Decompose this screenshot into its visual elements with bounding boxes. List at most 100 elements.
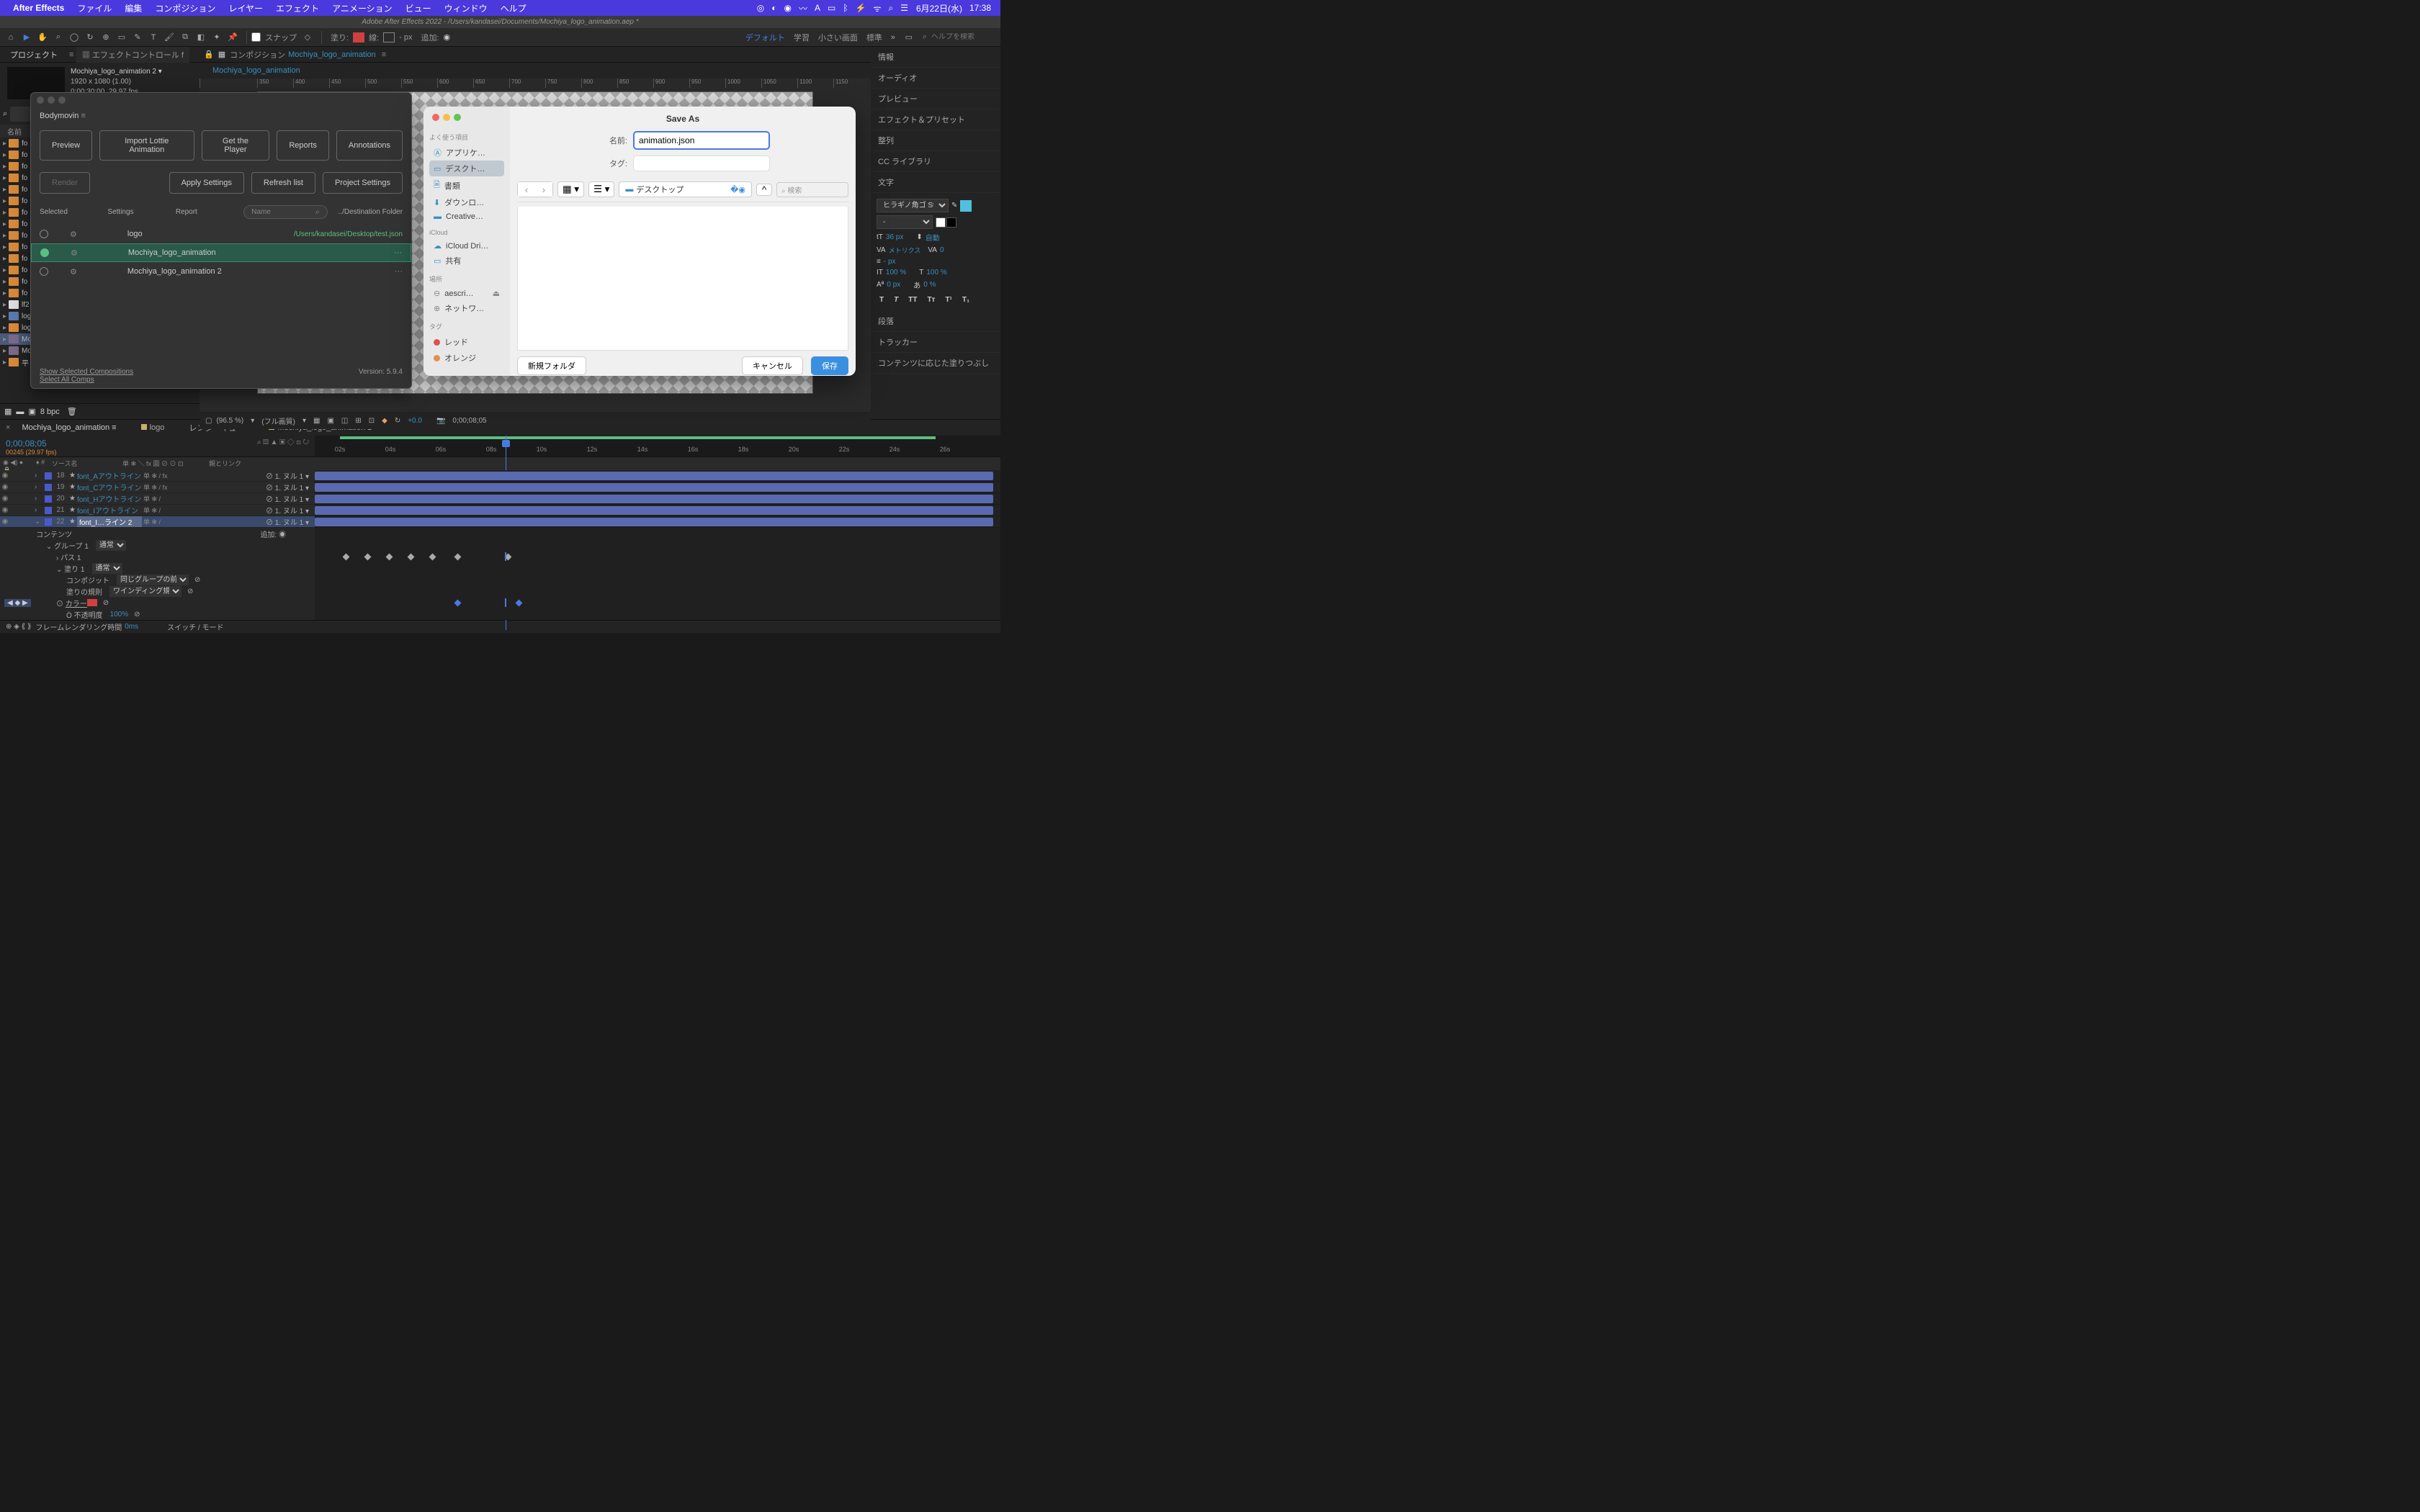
cancel-button[interactable]: キャンセル: [742, 356, 803, 375]
zoom-tool-icon[interactable]: ⌕: [52, 31, 65, 44]
smallcaps-button[interactable]: Tᴛ: [924, 294, 938, 305]
tsume[interactable]: 0 %: [923, 281, 936, 289]
layer-name[interactable]: font_Aアウトライン: [77, 470, 142, 481]
battery-icon[interactable]: ▭: [828, 3, 835, 13]
project-tab[interactable]: プロジェクト: [4, 47, 63, 63]
timeline-layer-row[interactable]: ◉ › 18 ★ font_Aアウトライン 单 ✻ / fx ⊘ 1. ヌル 1…: [0, 470, 1000, 482]
menu-window[interactable]: ウィンドウ: [444, 2, 488, 14]
timeline-property-row[interactable]: 塗りの規則ワインディング規則 ⊘: [0, 585, 1000, 597]
sidebar-item-downloads[interactable]: ⬇ダウンロ…: [429, 194, 504, 210]
app-name[interactable]: After Effects: [13, 3, 64, 13]
bodymovin-comp-row[interactable]: ⚙ logo /Users/kandasei/Desktop/test.json: [31, 225, 411, 243]
timeline-property-row[interactable]: ⌄ グループ 1通常: [0, 539, 1000, 551]
timeline-property-row[interactable]: Ö 不透明度100% ⊘: [0, 608, 1000, 620]
rect-tool-icon[interactable]: ▭: [115, 31, 128, 44]
leading[interactable]: 自動: [926, 232, 940, 243]
keyframe[interactable]: [364, 554, 372, 561]
layer-name[interactable]: font_Cアウトライン: [77, 482, 142, 492]
layer-color[interactable]: [45, 507, 52, 514]
visibility-icon[interactable]: ◉: [0, 472, 10, 480]
camera-icon[interactable]: 📷: [436, 417, 445, 425]
visibility-icon[interactable]: ◉: [0, 495, 10, 503]
search-box-icon[interactable]: ▭: [902, 31, 915, 44]
v-scale[interactable]: 100 %: [886, 269, 906, 276]
color-swatch[interactable]: [87, 599, 97, 606]
font-style-select[interactable]: -: [877, 215, 933, 229]
orbit-tool-icon[interactable]: ◯: [68, 31, 81, 44]
home-icon[interactable]: ⌂: [4, 31, 17, 44]
timeline-property-row[interactable]: コンテンツ追加: ◉: [0, 528, 1000, 539]
parent-link[interactable]: 1. ヌル 1: [275, 519, 303, 527]
switch-mode[interactable]: スイッチ / モード: [167, 621, 223, 632]
comp-header-name[interactable]: Mochiya_logo_animation: [288, 50, 376, 59]
snap-option-icon[interactable]: ◇: [301, 31, 314, 44]
audio-panel[interactable]: オーディオ: [871, 68, 1000, 89]
content-aware-fill-panel[interactable]: コンテンツに応じた塗りつぶし: [871, 353, 1000, 374]
gear-icon[interactable]: ⚙: [70, 267, 77, 276]
save-button[interactable]: 保存: [811, 356, 848, 375]
panel-menu-icon[interactable]: ≡: [69, 50, 73, 59]
selection-tool-icon[interactable]: ▶: [20, 31, 33, 44]
ws-standard[interactable]: 標準: [866, 32, 882, 43]
refresh-list-button[interactable]: Refresh list: [251, 172, 315, 194]
forward-button[interactable]: ›: [535, 182, 552, 197]
visibility-icon[interactable]: ◉: [0, 506, 10, 514]
cc-icon[interactable]: ◎: [757, 3, 764, 13]
keyframe[interactable]: [386, 554, 393, 561]
ws-default[interactable]: デフォルト: [745, 32, 785, 43]
blend-mode-select[interactable]: 通常: [92, 563, 122, 574]
file-browser[interactable]: [517, 207, 848, 351]
menu-help[interactable]: ヘルプ: [501, 2, 526, 14]
status-icon[interactable]: 〰: [799, 2, 807, 14]
timeline-ruler[interactable]: 02s04s06s08s10s12s14s16s18s20s22s24s26s: [315, 436, 1000, 456]
quality-level[interactable]: (フル画質): [261, 415, 295, 426]
select-all-link[interactable]: Select All Comps: [40, 376, 133, 384]
gear-icon[interactable]: ⚙: [71, 248, 78, 258]
subscript-button[interactable]: T₁: [959, 294, 972, 305]
ws-learn[interactable]: 学習: [794, 32, 810, 43]
minimize-dot[interactable]: [48, 96, 55, 104]
filename-input[interactable]: [633, 131, 770, 150]
eyedropper-icon[interactable]: ✎: [951, 202, 957, 210]
baseline[interactable]: 0 px: [887, 281, 900, 289]
timeline-property-row[interactable]: ◀ ◆ ▶ ⊙ カラー ⊘: [0, 597, 1000, 608]
layer-bar[interactable]: [315, 495, 993, 503]
bpc-label[interactable]: 8 bpc: [40, 408, 60, 416]
expand-icon[interactable]: ›: [35, 472, 43, 480]
layer-bar[interactable]: [315, 518, 993, 526]
lock-icon[interactable]: 🔒: [204, 50, 214, 59]
kerning[interactable]: メトリクス: [889, 246, 921, 255]
bodymovin-comp-row[interactable]: ⚙ Mochiya_logo_animation 2 ···: [31, 262, 411, 281]
parent-link[interactable]: 1. ヌル 1: [275, 496, 303, 504]
menu-animation[interactable]: アニメーション: [332, 2, 393, 14]
bold-button[interactable]: T: [877, 294, 887, 305]
parent-link[interactable]: 1. ヌル 1: [275, 473, 303, 481]
status-icon[interactable]: ◐: [771, 3, 776, 13]
preview-button[interactable]: Preview: [40, 130, 92, 161]
parent-link[interactable]: 1. ヌル 1: [275, 508, 303, 516]
info-panel[interactable]: 情報: [871, 47, 1000, 68]
exposure[interactable]: +0.0: [408, 417, 422, 425]
preview-panel[interactable]: プレビュー: [871, 89, 1000, 109]
ws-small[interactable]: 小さい画面: [818, 32, 858, 43]
more-icon[interactable]: ···: [395, 267, 403, 276]
viewer-icon[interactable]: ⊡: [369, 417, 375, 425]
help-search-input[interactable]: [931, 33, 996, 41]
allcaps-button[interactable]: TT: [905, 294, 920, 305]
viewer-icon[interactable]: ▣: [327, 417, 333, 425]
tracking[interactable]: 0: [940, 246, 944, 254]
sidebar-tag-red[interactable]: レッド: [429, 334, 504, 350]
eraser-tool-icon[interactable]: ◧: [194, 31, 207, 44]
status-icon[interactable]: ◉: [784, 3, 791, 13]
interpret-icon[interactable]: ▦: [4, 407, 12, 416]
line-px[interactable]: - px: [399, 33, 412, 42]
zoom-level[interactable]: (96.5 %): [216, 417, 243, 425]
puppet-tool-icon[interactable]: 📌: [226, 31, 239, 44]
timeline-property-row[interactable]: ⌄ 塗り 1通常: [0, 562, 1000, 574]
show-selected-link[interactable]: Show Selected Compositions: [40, 368, 133, 376]
viewer-icon[interactable]: ◫: [341, 417, 348, 425]
fill-color-swatch[interactable]: [960, 200, 972, 212]
collapse-button[interactable]: ^: [756, 184, 772, 196]
sidebar-item-network[interactable]: ⊕ネットワ…: [429, 300, 504, 316]
font-select[interactable]: ヒラギノ角ゴ Std: [877, 199, 949, 212]
